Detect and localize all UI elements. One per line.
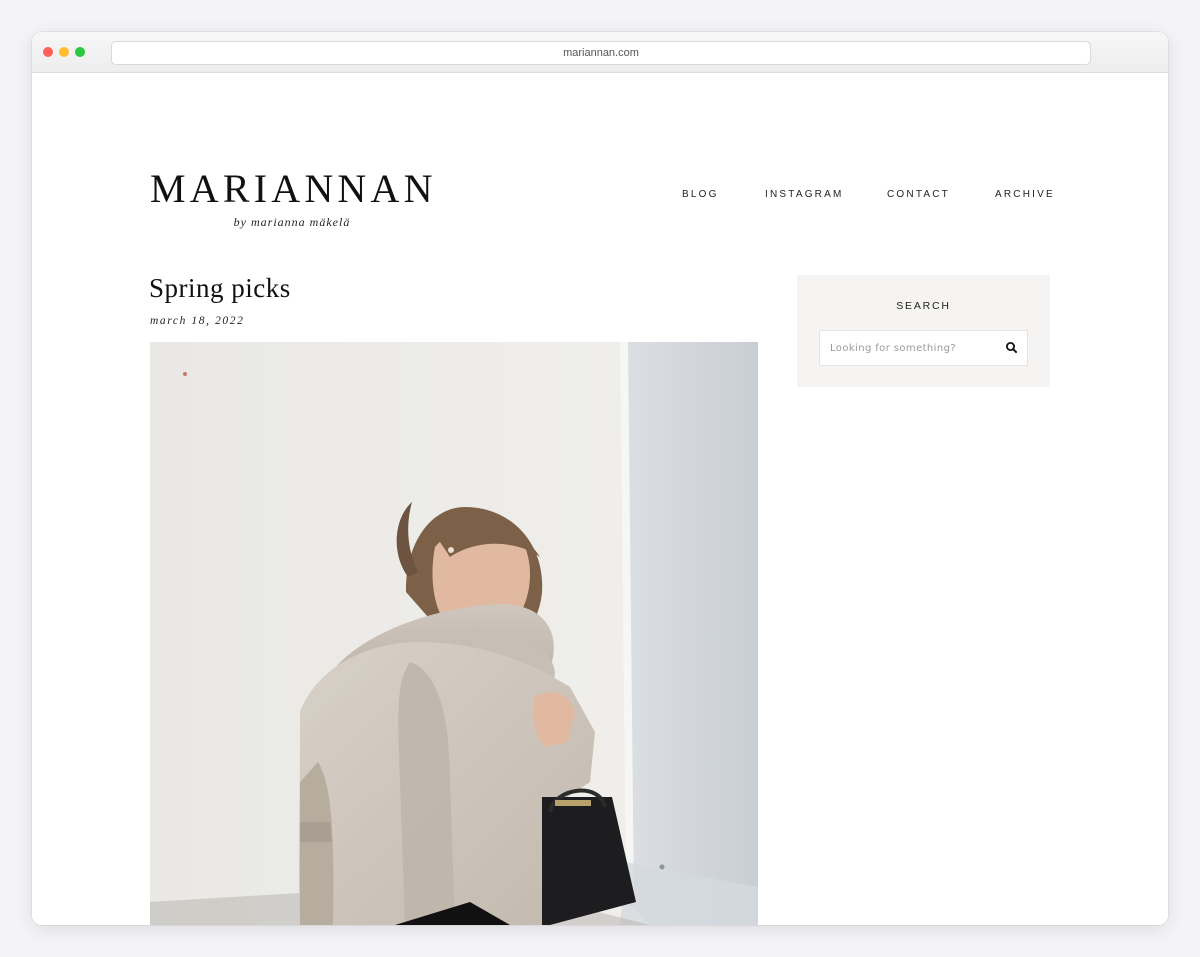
search-widget-title: SEARCH (896, 300, 951, 312)
nav-item-archive[interactable]: ARCHIVE (995, 189, 1055, 200)
site-tagline: by marianna mäkelä (233, 215, 351, 229)
post-title[interactable]: Spring picks (149, 273, 291, 304)
sidebar-search-widget: SEARCH (797, 275, 1050, 387)
search-input[interactable] (820, 331, 990, 365)
close-window-button[interactable] (43, 47, 53, 57)
browser-window: mariannan.com MARIANNAN by marianna mäke… (32, 32, 1168, 925)
post-photo-illustration (150, 342, 758, 925)
zoom-window-button[interactable] (75, 47, 85, 57)
site-logo[interactable]: MARIANNAN (150, 167, 440, 211)
web-page: MARIANNAN by marianna mäkelä BLOG INSTAG… (32, 73, 1168, 925)
nav-item-contact[interactable]: CONTACT (887, 189, 950, 200)
minimize-window-button[interactable] (59, 47, 69, 57)
post-date: march 18, 2022 (150, 315, 245, 327)
nav-item-instagram[interactable]: INSTAGRAM (765, 189, 844, 200)
search-icon[interactable] (1003, 339, 1021, 357)
browser-toolbar: mariannan.com (32, 32, 1168, 73)
nav-item-blog[interactable]: BLOG (682, 189, 719, 200)
search-box (819, 330, 1028, 366)
address-bar[interactable]: mariannan.com (111, 41, 1091, 65)
post-photo[interactable] (150, 342, 758, 925)
